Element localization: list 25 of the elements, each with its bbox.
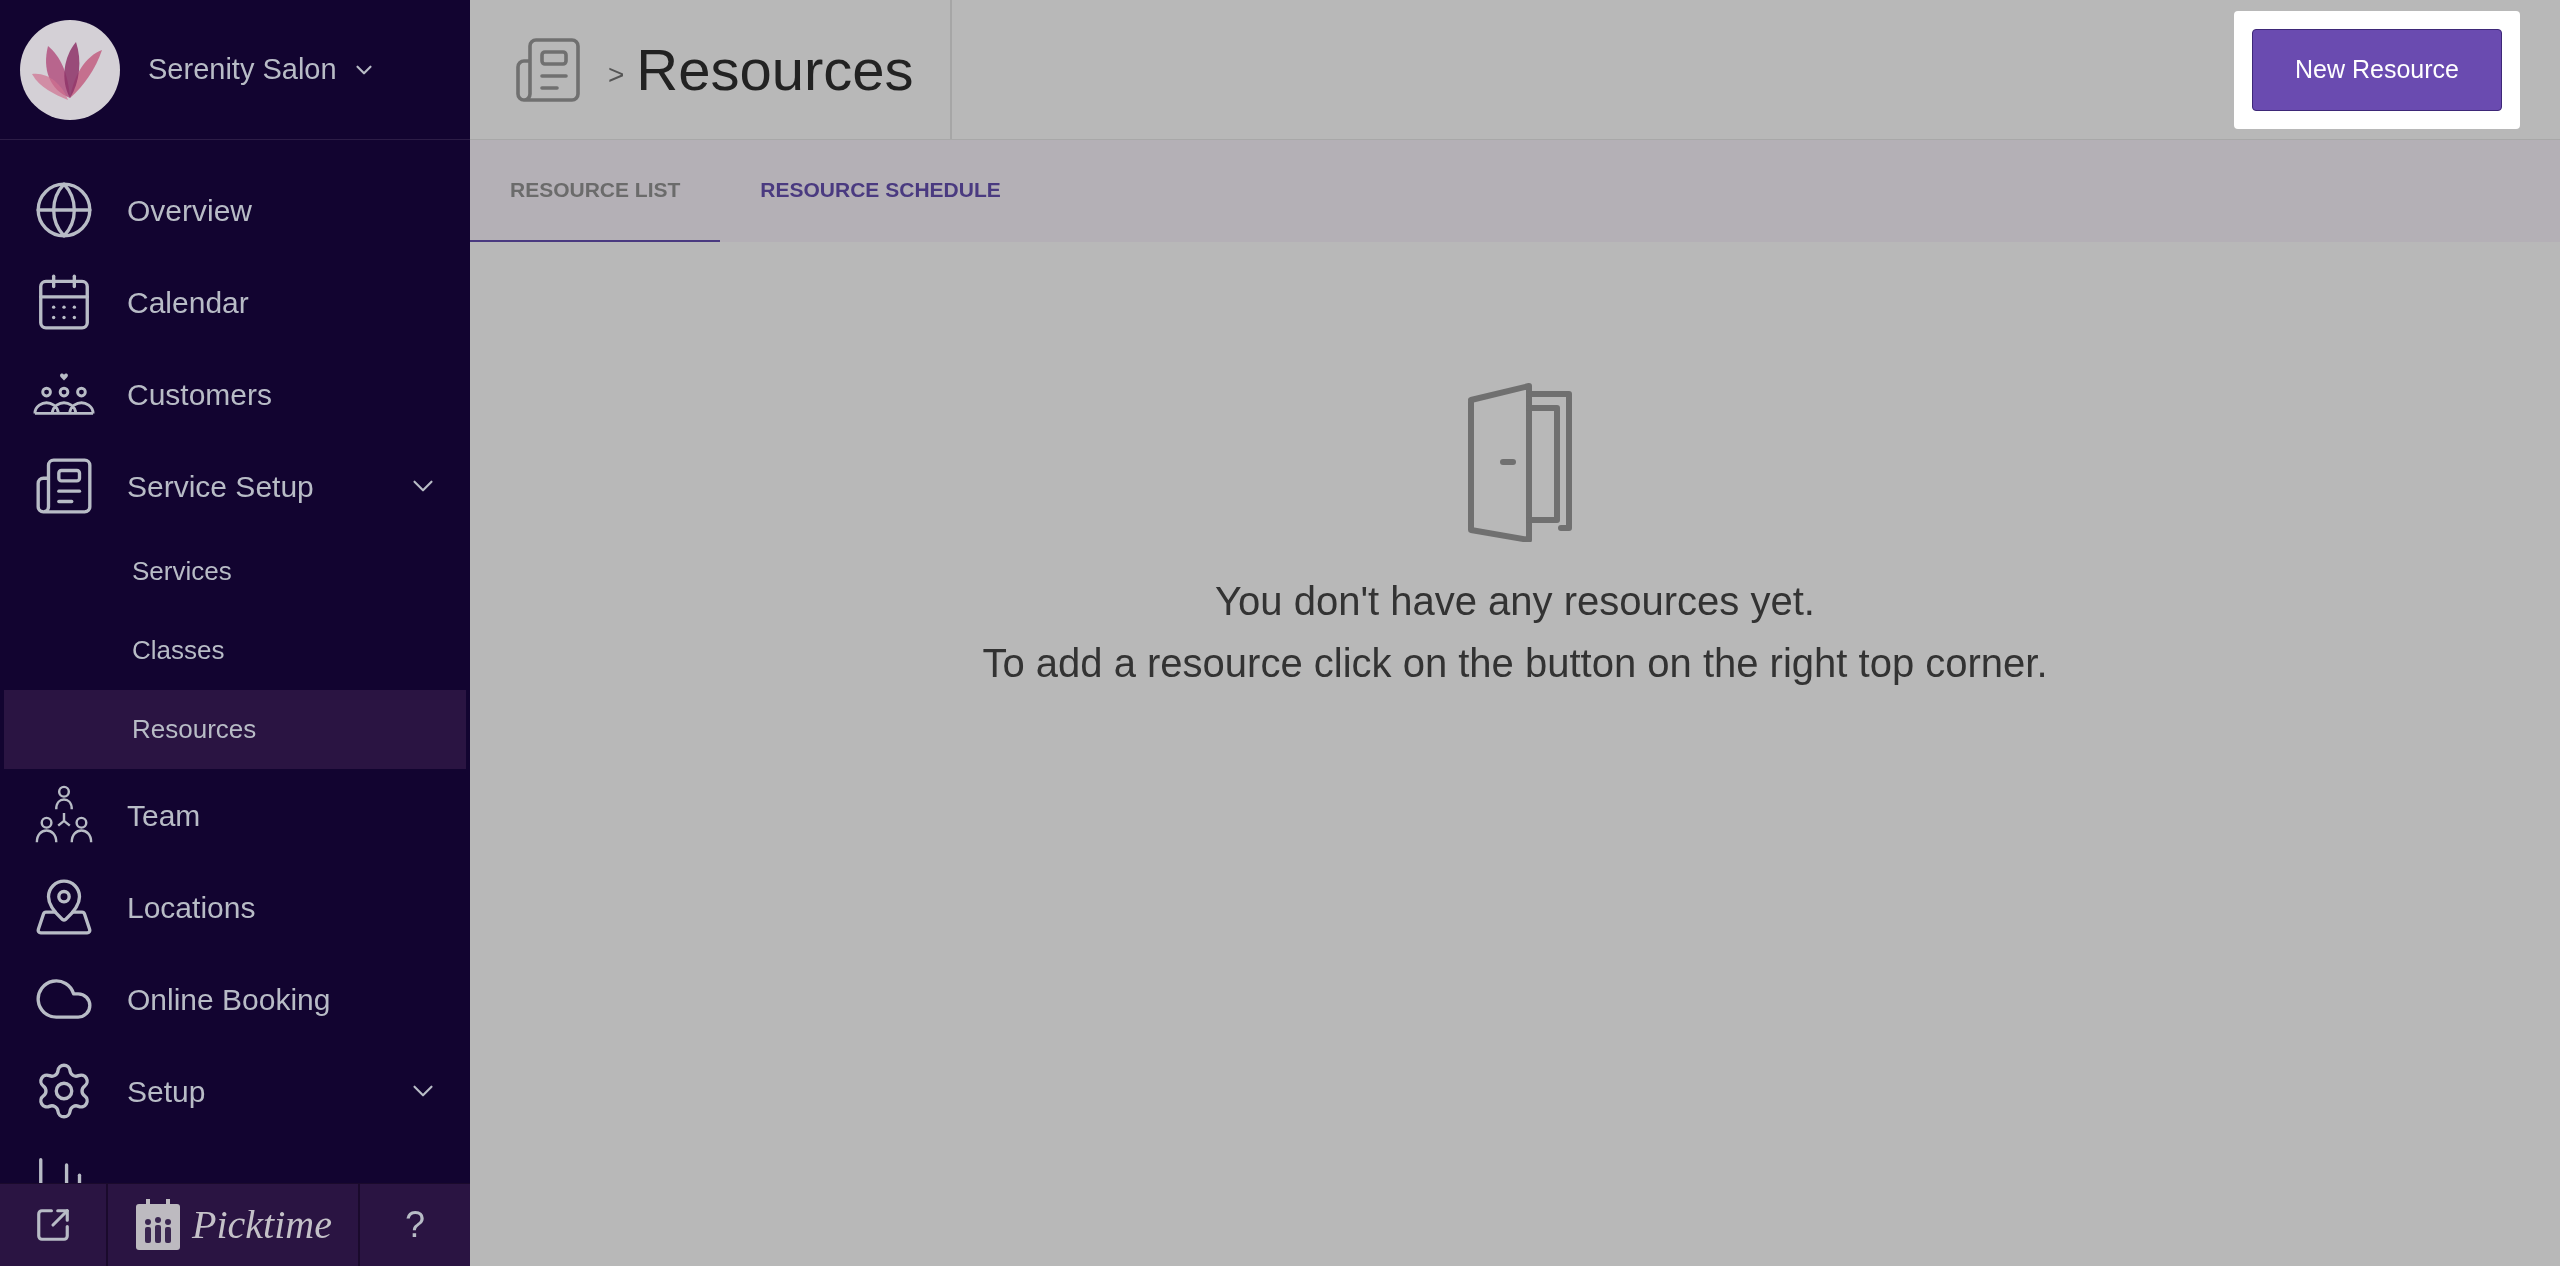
nav-item[interactable]: Service Setup (0, 440, 470, 532)
nav-item[interactable]: Overview (0, 164, 470, 256)
tab[interactable]: RESOURCE SCHEDULE (720, 140, 1041, 242)
business-switcher[interactable]: Serenity Salon (148, 47, 377, 92)
page-title: Resources (636, 36, 914, 104)
door-icon (1465, 382, 1575, 542)
brand-icon (134, 1198, 183, 1252)
logo-icon (20, 19, 120, 120)
nav-item[interactable]: Team (0, 769, 470, 861)
nav-subitem[interactable]: Classes (4, 611, 466, 690)
nav-item[interactable]: Online Booking (0, 953, 470, 1045)
brand-name: Picktime (192, 1201, 332, 1249)
empty-message: You don't have any resources yet. (1215, 578, 1815, 625)
nav-item[interactable]: Customers (0, 348, 470, 440)
nav-subitem[interactable]: Services (4, 532, 466, 611)
new-resource-button[interactable]: New Resource (2252, 28, 2502, 111)
nav-item[interactable]: Locations (0, 861, 470, 953)
breadcrumb-separator: > (608, 57, 625, 92)
external-link-icon (34, 1206, 72, 1244)
nav-subitem[interactable]: Resources (4, 690, 466, 769)
newspaper-icon (33, 455, 95, 517)
nav-item[interactable]: Setup (0, 1045, 470, 1137)
help-button[interactable]: ? (360, 1184, 470, 1266)
empty-message: To add a resource click on the button on the right top corner. (982, 640, 2048, 687)
nav-item[interactable]: Calendar (0, 256, 470, 348)
